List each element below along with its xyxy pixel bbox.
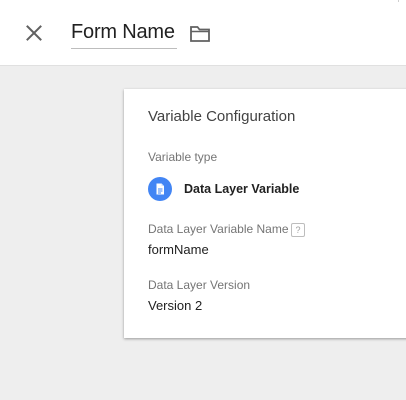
variable-name-value: formName <box>148 242 209 257</box>
folder-icon <box>190 26 210 42</box>
header-bar: Form Name <box>0 0 406 66</box>
close-button[interactable] <box>22 21 46 45</box>
document-glyph <box>156 183 164 195</box>
version-value: Version 2 <box>148 298 203 313</box>
variable-type-name: Data Layer Variable <box>184 182 300 196</box>
close-icon <box>26 25 42 41</box>
document-icon <box>148 177 172 201</box>
divider <box>398 0 399 2</box>
variable-configuration-card[interactable]: Variable Configuration Variable type Dat… <box>124 89 406 338</box>
variable-type-label: Variable type <box>148 150 218 164</box>
help-icon[interactable]: ? <box>291 223 305 237</box>
card-title: Variable Configuration <box>148 108 296 125</box>
page: Form Name Variable Configuration Variabl… <box>0 0 406 400</box>
version-label: Data Layer Version <box>148 278 251 292</box>
page-title[interactable]: Form Name <box>71 21 175 44</box>
folder-button[interactable] <box>189 24 211 44</box>
title-field[interactable]: Form Name <box>71 17 177 49</box>
variable-name-label: Data Layer Variable Name <box>148 222 289 236</box>
